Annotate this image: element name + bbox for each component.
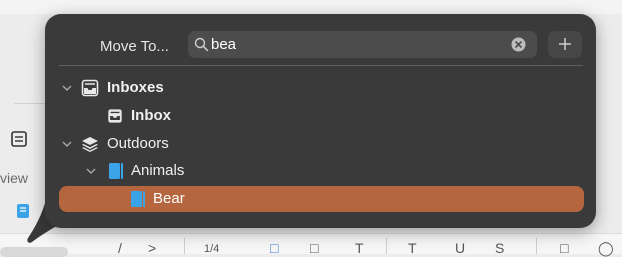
toolbar-strikethrough-icon[interactable]: S (495, 240, 504, 256)
background-pill (0, 247, 68, 257)
chevron-down-icon[interactable] (61, 82, 73, 94)
toolbar-shape-icon[interactable]: ◯ (598, 240, 614, 257)
toolbar-share-icon[interactable]: T (355, 240, 364, 256)
tree-row-outdoors[interactable]: Outdoors (45, 131, 596, 157)
chevron-down-icon[interactable] (61, 138, 73, 150)
search-input[interactable] (211, 34, 501, 55)
tree-label: Bear (153, 190, 185, 207)
document-icon[interactable] (10, 130, 28, 148)
background-toolbar-top (0, 0, 622, 14)
tree-label: Animals (131, 162, 185, 179)
clear-circle-icon[interactable] (511, 37, 526, 52)
inbox-tray-icon (81, 79, 99, 97)
move-to-popover: Move To... Inboxes (45, 14, 596, 228)
tree-row-inbox[interactable]: Inbox (45, 103, 596, 129)
toolbar-separator (386, 238, 387, 254)
toolbar-separator (536, 238, 537, 254)
page-indicator: 1/4 (204, 243, 220, 255)
toolbar-crop-icon[interactable]: □ (310, 240, 318, 256)
add-button[interactable] (548, 31, 582, 58)
toolbar-separator (184, 238, 185, 254)
search-icon (194, 37, 209, 52)
notebook-icon (109, 163, 123, 179)
tree-label: Inbox (131, 107, 171, 124)
toolbar-back-icon[interactable]: / (118, 240, 122, 256)
background-partial-label: view (0, 170, 29, 186)
toolbar-forward-icon[interactable]: > (148, 240, 156, 256)
inbox-tray-icon (108, 109, 122, 123)
toolbar-select-icon[interactable]: □ (270, 240, 278, 256)
tree-row-animals[interactable]: Animals (45, 158, 596, 184)
notebook-icon (131, 191, 145, 207)
popover-divider (59, 65, 583, 66)
toolbar-frame-icon[interactable]: □ (560, 240, 568, 256)
toolbar-highlight-icon[interactable]: T (408, 240, 417, 256)
plus-icon (559, 38, 571, 50)
search-field[interactable] (188, 31, 537, 58)
toolbar-underline-icon[interactable]: U (455, 240, 465, 256)
tree-label: Inboxes (107, 79, 164, 96)
tree-label: Outdoors (107, 135, 169, 152)
popover-title: Move To... (100, 38, 169, 55)
tree-row-inboxes[interactable]: Inboxes (45, 75, 596, 101)
chevron-down-icon[interactable] (85, 165, 97, 177)
layers-stack-icon (82, 137, 98, 152)
tree-row-bear[interactable]: Bear (45, 186, 596, 212)
